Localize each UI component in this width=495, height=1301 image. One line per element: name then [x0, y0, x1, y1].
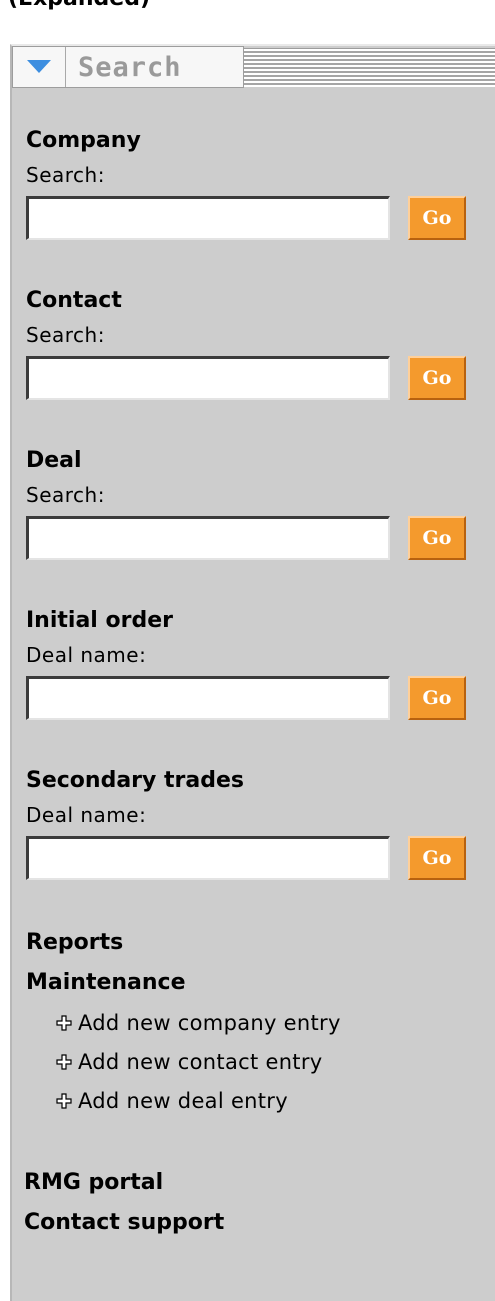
maintenance-link[interactable]: Maintenance — [26, 970, 341, 996]
company-search-input[interactable] — [26, 196, 390, 240]
plus-icon — [56, 1054, 72, 1070]
rmg-portal-link[interactable]: RMG portal — [24, 1170, 224, 1196]
add-company-link[interactable]: Add new company entry — [56, 1010, 341, 1036]
deal-search-input[interactable] — [26, 516, 390, 560]
section-label: Deal name: — [26, 643, 147, 667]
tab-stripes — [244, 48, 495, 87]
nav-links: Reports Maintenance Add new company entr… — [26, 930, 341, 1114]
add-deal-label: Add new deal entry — [78, 1089, 288, 1113]
footer-links: RMG portal Contact support — [24, 1170, 224, 1236]
reports-link[interactable]: Reports — [26, 930, 341, 956]
section-label: Search: — [26, 483, 105, 507]
secondary-trades-deal-name-input[interactable] — [26, 836, 390, 880]
contact-go-button[interactable]: Go — [408, 356, 466, 400]
company-go-button[interactable]: Go — [408, 196, 466, 240]
collapse-toggle[interactable] — [13, 47, 66, 87]
section-title: Secondary trades — [26, 768, 245, 793]
company-section: Company Search: Go — [26, 128, 466, 240]
plus-icon — [56, 1093, 72, 1109]
search-tab[interactable]: Search — [12, 46, 244, 88]
tab-title: Search — [78, 51, 182, 83]
initial-order-go-button[interactable]: Go — [408, 676, 466, 720]
section-title: Deal — [26, 448, 82, 473]
section-label: Search: — [26, 323, 105, 347]
secondary-trades-go-button[interactable]: Go — [408, 836, 466, 880]
contact-support-link[interactable]: Contact support — [24, 1210, 224, 1236]
triangle-down-icon — [27, 60, 51, 73]
contact-section: Contact Search: Go — [26, 288, 466, 400]
panel-tabbar: Search — [12, 46, 495, 90]
deal-go-button[interactable]: Go — [408, 516, 466, 560]
section-label: Deal name: — [26, 803, 147, 827]
section-title: Company — [26, 128, 141, 153]
contact-search-input[interactable] — [26, 356, 390, 400]
secondary-trades-section: Secondary trades Deal name: Go — [26, 768, 466, 880]
section-title: Contact — [26, 288, 122, 313]
initial-order-deal-name-input[interactable] — [26, 676, 390, 720]
deal-section: Deal Search: Go — [26, 448, 466, 560]
add-deal-link[interactable]: Add new deal entry — [56, 1088, 341, 1114]
add-contact-link[interactable]: Add new contact entry — [56, 1049, 341, 1075]
section-title: Initial order — [26, 608, 173, 633]
add-company-label: Add new company entry — [78, 1011, 341, 1035]
page-caption: (Expanded) — [8, 0, 150, 11]
search-panel: Search Company Search: Go Contact Search… — [10, 44, 495, 1301]
initial-order-section: Initial order Deal name: Go — [26, 608, 466, 720]
add-contact-label: Add new contact entry — [78, 1050, 323, 1074]
section-label: Search: — [26, 163, 105, 187]
plus-icon — [56, 1015, 72, 1031]
